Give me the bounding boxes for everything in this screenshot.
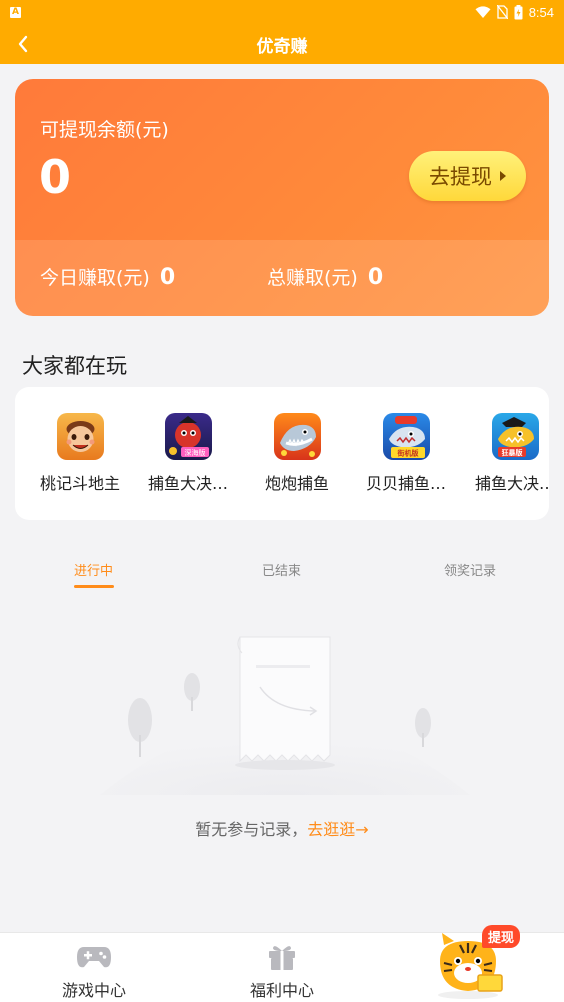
app-notification-icon: A bbox=[10, 6, 21, 18]
gamepad-icon bbox=[76, 941, 112, 971]
page-title: 优奇赚 bbox=[256, 36, 308, 57]
today-earnings-value: 0 bbox=[159, 265, 176, 290]
nav-welfare-center[interactable]: 福利中心 bbox=[222, 933, 342, 1002]
nav-game-center[interactable]: 游戏中心 bbox=[34, 933, 154, 1002]
nav-withdraw[interactable]: 提现 bbox=[430, 923, 530, 1001]
caret-right-icon bbox=[500, 171, 506, 181]
game-name: 炮炮捕鱼 bbox=[264, 474, 329, 493]
balance-value: 0 bbox=[39, 150, 72, 204]
svg-text:街机版: 街机版 bbox=[396, 449, 418, 458]
today-earnings-label: 今日赚取(元) bbox=[40, 267, 150, 289]
withdraw-button[interactable]: 去提现 bbox=[409, 151, 526, 201]
game-name: 捕鱼大决… bbox=[147, 474, 228, 493]
empty-state-illustration bbox=[100, 625, 470, 795]
games-card: 桃记斗地主 深海版 捕鱼大决… 炮炮捕鱼 街机版 贝贝捕鱼… 狂暴版 捕鱼大决… bbox=[15, 387, 549, 520]
svg-text:深海版: 深海版 bbox=[184, 448, 205, 457]
status-time: 8:54 bbox=[528, 4, 554, 20]
game-name: 桃记斗地主 bbox=[39, 474, 120, 493]
withdraw-button-label: 去提现 bbox=[429, 165, 492, 189]
today-earnings: 今日赚取(元) 0 bbox=[40, 263, 175, 290]
nav-game-center-label: 游戏中心 bbox=[61, 981, 126, 1000]
fishing-icon: 深海版 bbox=[164, 413, 212, 460]
game-item[interactable]: 桃记斗地主 bbox=[25, 413, 135, 503]
total-earnings-label: 总赚取(元) bbox=[267, 267, 358, 289]
no-sim-icon bbox=[496, 5, 508, 19]
game-name: 捕鱼大决… bbox=[474, 474, 549, 493]
withdraw-badge: 提现 bbox=[482, 925, 521, 948]
tab-in-progress[interactable]: 进行中 bbox=[74, 560, 113, 579]
balance-label: 可提现余额(元) bbox=[40, 119, 169, 141]
status-bar: A 8:54 bbox=[0, 0, 564, 24]
fishing-icon: 街机版 bbox=[382, 413, 430, 460]
wifi-icon bbox=[475, 5, 491, 19]
total-earnings-value: 0 bbox=[367, 265, 384, 290]
browse-link[interactable]: 去逛逛→ bbox=[307, 820, 368, 839]
back-arrow-icon[interactable] bbox=[12, 32, 36, 56]
balance-footer: 今日赚取(元) 0 总赚取(元) 0 bbox=[15, 240, 549, 316]
fishing-icon: 狂暴版 bbox=[491, 413, 539, 460]
gift-icon bbox=[264, 941, 300, 971]
doudizhu-icon bbox=[56, 413, 104, 460]
game-item[interactable]: 炮炮捕鱼 bbox=[242, 413, 352, 503]
status-left: A bbox=[10, 6, 21, 18]
tab-ended[interactable]: 已结束 bbox=[262, 560, 301, 579]
status-right: 8:54 bbox=[475, 4, 554, 20]
svg-text:狂暴版: 狂暴版 bbox=[501, 448, 522, 457]
nav-welfare-center-label: 福利中心 bbox=[249, 981, 314, 1000]
empty-state-text: 暂无参与记录，去逛逛→ bbox=[0, 816, 564, 840]
tab-reward-records[interactable]: 领奖记录 bbox=[444, 560, 496, 579]
bottom-nav: 游戏中心 福利中心 提现 bbox=[0, 925, 564, 1002]
total-earnings: 总赚取(元) 0 bbox=[267, 263, 383, 290]
section-title: 大家都在玩 bbox=[22, 354, 127, 378]
game-item[interactable]: 街机版 贝贝捕鱼… bbox=[351, 413, 461, 503]
game-item[interactable]: 狂暴版 捕鱼大决… bbox=[460, 413, 549, 503]
game-item[interactable]: 深海版 捕鱼大决… bbox=[133, 413, 243, 503]
battery-icon bbox=[514, 4, 523, 20]
balance-card: 可提现余额(元) 0 去提现 今日赚取(元) 0 总赚取(元) 0 bbox=[15, 79, 549, 316]
tab-active-indicator bbox=[74, 585, 114, 588]
game-name: 贝贝捕鱼… bbox=[365, 474, 446, 493]
shark-icon bbox=[273, 413, 321, 460]
empty-state-message: 暂无参与记录， bbox=[195, 820, 308, 839]
title-bar: 优奇赚 bbox=[0, 24, 564, 64]
